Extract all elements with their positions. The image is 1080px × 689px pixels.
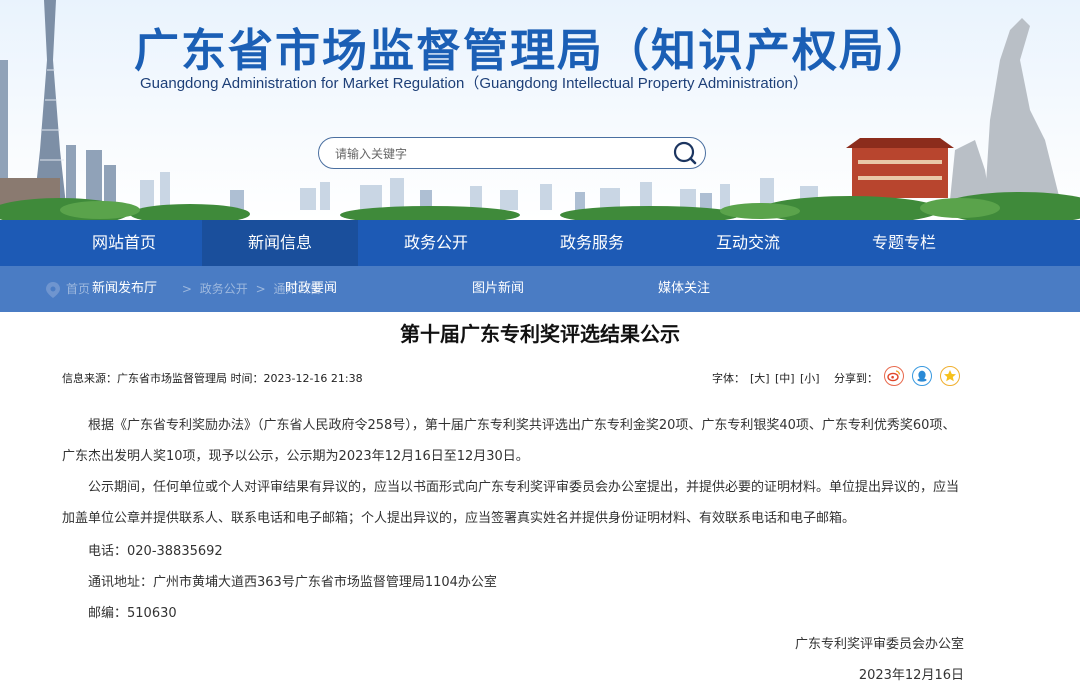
- article-title: 第十届广东专利奖评选结果公示: [400, 322, 680, 346]
- nav-government-services[interactable]: 政务服务: [514, 220, 670, 266]
- share-label: 分享到：: [834, 372, 878, 385]
- nav-home[interactable]: 网站首页: [46, 220, 202, 266]
- breadcrumb-government-affairs[interactable]: 政务公开: [200, 282, 248, 296]
- sub-navigation: 首页 > 政务公开 > 通知公告 新闻发布厅 时政要闻 图片新闻 媒体关注: [0, 266, 1080, 312]
- article-date: 2023年12月16日: [858, 668, 964, 683]
- weibo-icon[interactable]: [884, 366, 904, 386]
- contact-phone: 电话：020-38835692: [88, 544, 223, 559]
- subnav-picture-news[interactable]: 图片新闻: [472, 266, 524, 312]
- nav-special-topics[interactable]: 专题专栏: [826, 220, 982, 266]
- nav-news[interactable]: 新闻信息: [202, 220, 358, 266]
- article-paragraph: 根据《广东省专利奖励办法》（广东省人民政府令258号），第十届广东专利奖共评选出…: [62, 418, 956, 464]
- header-banner: 广东省市场监督管理局（知识产权局） Guangdong Administrati…: [0, 0, 1080, 220]
- search-icon[interactable]: [673, 141, 697, 165]
- article-paragraph: 公示期间，任何单位或个人对评审结果有异议的，应当以书面形式向广东专利奖评审委员会…: [62, 480, 960, 526]
- font-size-medium[interactable]: [中]: [775, 370, 795, 386]
- subnav-press-hall[interactable]: 新闻发布厅: [92, 266, 157, 312]
- font-size-label: 字体：: [712, 372, 745, 385]
- main-navigation: 网站首页 新闻信息 政务公开 政务服务 互动交流 专题专栏: [0, 220, 1080, 266]
- breadcrumb-home[interactable]: 首页: [66, 282, 90, 296]
- location-pin-icon: [46, 282, 60, 298]
- search-box: [318, 137, 706, 169]
- qzone-icon[interactable]: [940, 366, 960, 386]
- contact-postcode: 邮编：510630: [88, 606, 177, 621]
- site-title: 广东省市场监督管理局（知识产权局）: [134, 24, 934, 77]
- article-signature: 广东专利奖评审委员会办公室: [794, 637, 964, 652]
- site-subtitle: Guangdong Administration for Market Regu…: [140, 75, 808, 92]
- contact-address: 通讯地址：广州市黄埔大道西363号广东省市场监督管理局1104办公室: [88, 575, 497, 590]
- nav-interaction[interactable]: 互动交流: [670, 220, 826, 266]
- qq-icon[interactable]: [912, 366, 932, 386]
- subnav-current-affairs[interactable]: 时政要闻: [285, 266, 337, 312]
- font-size-small[interactable]: [小]: [800, 370, 820, 386]
- article-meta: 信息来源：广东省市场监督管理局 时间：2023-12-16 21:38: [62, 372, 363, 385]
- font-size-large[interactable]: [大]: [750, 370, 770, 386]
- subnav-media-focus[interactable]: 媒体关注: [658, 266, 710, 312]
- search-input[interactable]: [333, 144, 657, 164]
- nav-government-affairs[interactable]: 政务公开: [358, 220, 514, 266]
